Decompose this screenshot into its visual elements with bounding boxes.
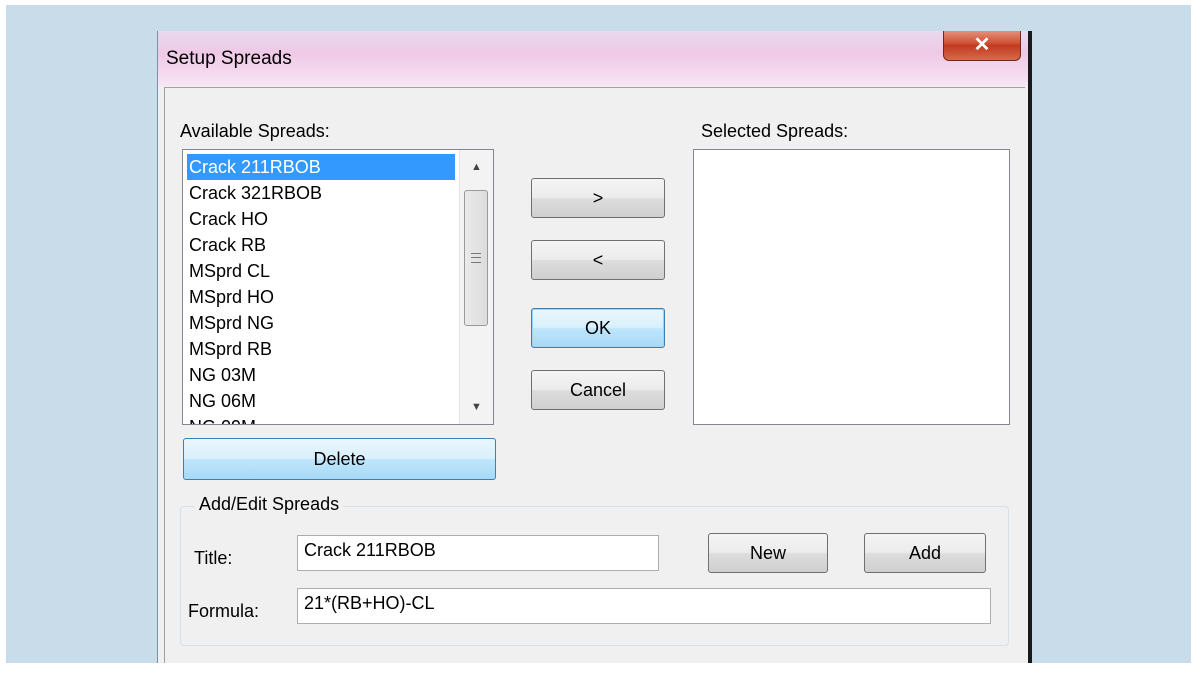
list-item[interactable]: Crack 321RBOB — [187, 180, 455, 206]
list-scrollbar[interactable]: ▲ ▼ — [459, 150, 493, 424]
selected-spreads-label: Selected Spreads: — [701, 121, 849, 141]
add-edit-groupbox — [180, 506, 1009, 646]
list-item[interactable]: NG 09M — [187, 414, 455, 424]
setup-spreads-dialog: Setup Spreads ✕ Available Spreads: Crack… — [157, 31, 1032, 663]
add-edit-group-label: Add/Edit Spreads — [195, 494, 344, 515]
list-item[interactable]: MSprd RB — [187, 336, 455, 362]
remove-from-selected-button[interactable]: < — [531, 240, 665, 280]
ok-button[interactable]: OK — [531, 308, 665, 348]
delete-button[interactable]: Delete — [183, 438, 496, 480]
add-button[interactable]: Add — [864, 533, 986, 573]
title-field[interactable]: Crack 211RBOB — [297, 535, 659, 571]
list-item[interactable]: MSprd NG — [187, 310, 455, 336]
available-spreads-list[interactable]: Crack 211RBOB Crack 321RBOB Crack HO Crack … — [182, 149, 494, 425]
dialog-client-area: Available Spreads: Crack 211RBOB Crack 32… — [164, 87, 1025, 663]
grip-icon — [471, 253, 481, 263]
cancel-button[interactable]: Cancel — [531, 370, 665, 410]
list-item[interactable]: Crack RB — [187, 232, 455, 258]
scroll-thumb[interactable] — [464, 190, 488, 326]
window-frame-edge — [1028, 31, 1032, 663]
list-item[interactable]: Crack 211RBOB — [187, 154, 455, 180]
close-button[interactable]: ✕ — [943, 31, 1021, 61]
formula-field[interactable]: 21*(RB+HO)-CL — [297, 588, 991, 624]
chevron-up-icon: ▲ — [471, 161, 482, 173]
formula-label: Formula: — [188, 601, 260, 621]
list-item[interactable]: Crack HO — [187, 206, 455, 232]
list-item[interactable]: NG 03M — [187, 362, 455, 388]
title-bar[interactable]: Setup Spreads ✕ — [158, 31, 1028, 86]
list-item[interactable]: NG 06M — [187, 388, 455, 414]
list-item[interactable]: MSprd CL — [187, 258, 455, 284]
add-to-selected-button[interactable]: > — [531, 178, 665, 218]
selected-spreads-list[interactable] — [693, 149, 1010, 425]
available-spreads-label: Available Spreads: — [180, 121, 330, 141]
scroll-up-arrow[interactable]: ▲ — [460, 152, 493, 182]
window-title: Setup Spreads — [166, 48, 292, 69]
list-item[interactable]: MSprd HO — [187, 284, 455, 310]
chevron-down-icon: ▼ — [471, 401, 482, 413]
scroll-down-arrow[interactable]: ▼ — [460, 392, 493, 422]
title-label: Title: — [194, 548, 233, 568]
new-button[interactable]: New — [708, 533, 828, 573]
close-icon: ✕ — [973, 33, 991, 56]
